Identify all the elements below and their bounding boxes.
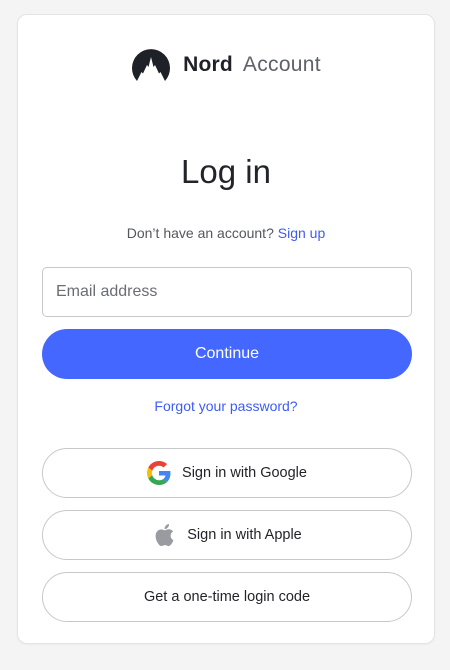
one-time-code-button[interactable]: Get a one-time login code: [42, 572, 412, 622]
apple-button-label: Sign in with Apple: [187, 527, 302, 543]
email-input[interactable]: [42, 267, 412, 317]
google-button-label: Sign in with Google: [182, 465, 307, 481]
login-card: Nord Account Log in Don’t have an accoun…: [17, 14, 435, 644]
continue-button[interactable]: Continue: [42, 329, 412, 379]
brand-name: Nord: [183, 53, 233, 76]
google-logo-icon: [147, 461, 171, 485]
sign-in-apple-button[interactable]: Sign in with Apple: [42, 510, 412, 560]
nord-mountain-icon: [132, 49, 171, 81]
sign-up-link[interactable]: Sign up: [278, 225, 325, 241]
signup-prompt: Don’t have an account? Sign up: [18, 225, 434, 241]
product-name: Account: [242, 53, 321, 76]
nord-account-logo: Nord Account: [18, 47, 434, 83]
apple-logo-icon: [152, 523, 176, 547]
page-title: Log in: [181, 153, 271, 190]
one-time-code-label: Get a one-time login code: [143, 589, 311, 605]
forgot-password-link[interactable]: Forgot your password?: [154, 398, 297, 414]
forgot-password-row: Forgot your password?: [18, 398, 434, 414]
sign-in-google-button[interactable]: Sign in with Google: [42, 448, 412, 498]
signup-prompt-text: Don’t have an account?: [126, 225, 274, 241]
